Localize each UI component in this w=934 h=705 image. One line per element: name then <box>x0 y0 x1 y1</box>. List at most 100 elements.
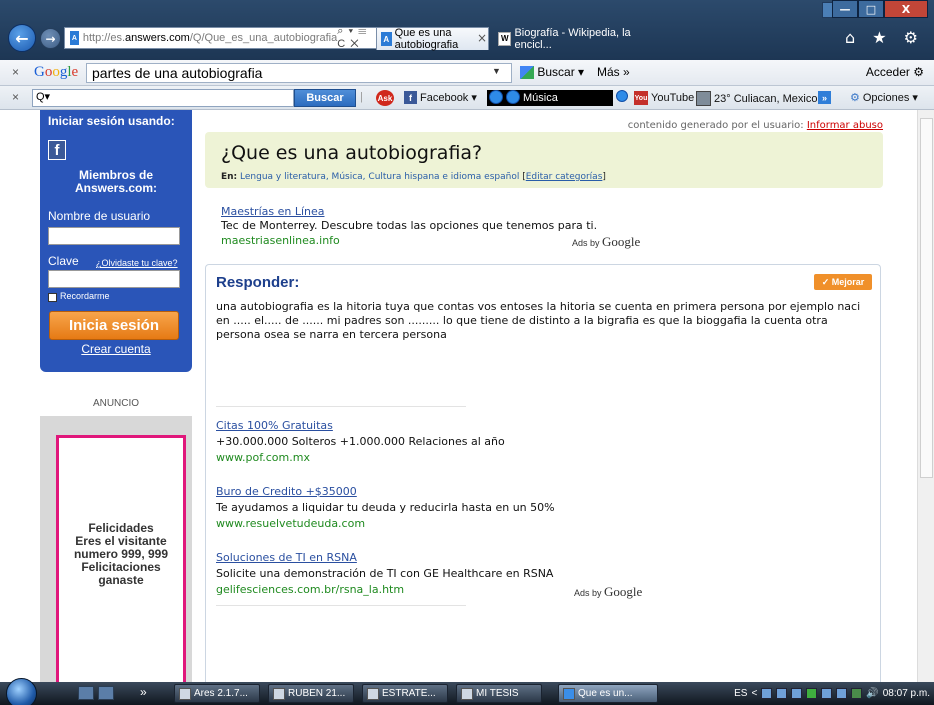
url-path: /Q/Que_es_una_autobiografia <box>189 32 338 44</box>
chevron-down-icon[interactable]: ▼ <box>492 66 501 76</box>
new-tab-button[interactable] <box>666 27 672 50</box>
ads-by-google[interactable]: Ads by Google <box>574 584 642 600</box>
tray-icon[interactable] <box>806 688 818 699</box>
tray-icon[interactable] <box>776 688 788 699</box>
ares-icon <box>179 687 191 700</box>
login-button[interactable]: Inicia sesión <box>49 311 179 340</box>
taskbar-item-ruben[interactable]: RUBEN 21... <box>268 684 354 703</box>
network-icon[interactable] <box>851 688 863 699</box>
ads-by-google[interactable]: Ads by Google <box>572 234 640 250</box>
ad-url[interactable]: www.resuelvetudeuda.com <box>216 517 365 530</box>
tab-label: Biografía - Wikipedia, la encicl... <box>514 26 631 51</box>
tab-close-icon[interactable]: × <box>477 31 487 45</box>
back-button[interactable]: ← <box>8 24 36 52</box>
report-abuse-link[interactable]: Informar abuso <box>807 120 883 131</box>
ad-url[interactable]: gelifesciences.com.br/rsna_la.htm <box>216 583 404 596</box>
maximize-button[interactable]: □ <box>858 0 884 18</box>
weather-label: 23° Culiacan, Mexico ▾ <box>714 93 827 105</box>
youtube-icon: You <box>634 91 648 105</box>
clock[interactable]: 08:07 p.m. <box>883 688 930 699</box>
youtube-button[interactable]: You YouTube <box>634 91 694 105</box>
password-label: Clave <box>48 254 79 268</box>
categories-links[interactable]: Lengua y literatura, Música, Cultura his… <box>240 172 519 182</box>
ad-line: ganaste <box>98 573 144 587</box>
ad-title-link[interactable]: Soluciones de TI en RSNA <box>216 551 357 564</box>
music-controls[interactable] <box>489 90 520 104</box>
scrollbar-thumb[interactable] <box>920 118 933 478</box>
edit-categories-link[interactable]: Editar categorías <box>526 172 603 182</box>
quick-launch-more-icon[interactable]: » <box>140 685 147 699</box>
top-ad-url[interactable]: maestriasenlinea.info <box>221 234 340 247</box>
quick-launch-desktop-icon[interactable] <box>78 686 94 700</box>
vertical-scrollbar[interactable] <box>917 110 934 682</box>
ad-description: Te ayudamos a liquidar tu deuda y reduci… <box>216 501 555 514</box>
toolbar-separator: | <box>360 91 363 103</box>
ask-toolbar-close-icon[interactable]: × <box>12 90 19 104</box>
ie-icon <box>563 687 575 700</box>
ad-label: ANUNCIO <box>92 398 140 409</box>
taskbar-item-estrate[interactable]: ESTRATE... <box>362 684 448 703</box>
page-viewport: Iniciar sesión usando: f Miembros de Ans… <box>0 110 934 682</box>
options-icon: ⚙ <box>850 92 860 104</box>
tray-icon[interactable] <box>836 688 848 699</box>
password-field[interactable] <box>48 270 180 288</box>
start-button[interactable] <box>6 678 37 705</box>
ad-title-link[interactable]: Citas 100% Gratuitas <box>216 419 333 432</box>
tray-icon[interactable] <box>761 688 773 699</box>
create-account-link[interactable]: Crear cuenta <box>40 342 192 356</box>
tab-answers[interactable]: A Que es una autobiografia <box>376 27 489 51</box>
taskbar-item-label: Que es un... <box>578 688 633 699</box>
ask-logo[interactable]: Ask <box>376 90 394 106</box>
address-tools[interactable]: ⌕ ▾ ☰ C ✕ <box>337 25 373 51</box>
google-search-button[interactable]: Buscar ▾ <box>520 65 584 80</box>
facebook-button[interactable]: f Facebook ▾ <box>404 91 477 104</box>
quick-launch-window-icon[interactable] <box>98 686 114 700</box>
minimize-button[interactable]: — <box>832 0 858 18</box>
youtube-label: YouTube <box>651 92 695 104</box>
taskbar-item-label: ESTRATE... <box>382 688 436 699</box>
forgot-password-link[interactable]: ¿Olvidaste tu clave? <box>96 258 178 268</box>
username-field[interactable] <box>48 227 180 245</box>
facebook-login-button[interactable]: f <box>48 140 66 160</box>
ad-title-link[interactable]: Buro de Credito +$35000 <box>216 485 357 498</box>
taskbar-item-browser[interactable]: Que es un... <box>558 684 658 703</box>
close-button[interactable]: X <box>884 0 928 18</box>
forward-button[interactable]: → <box>40 28 61 49</box>
google-search-input[interactable]: partes de una autobiografia <box>86 63 512 83</box>
options-button[interactable]: ⚙ Opciones ▾ <box>850 91 918 104</box>
home-favorites-tools-icons[interactable]: ⌂ ★ ⚙ <box>845 28 924 47</box>
ad-description: Solicite una demonstración de TI con GE … <box>216 567 554 580</box>
go-icon <box>616 90 628 102</box>
weather-button[interactable]: 23° Culiacan, Mexico ▾ <box>696 91 826 106</box>
google-toolbar-close-icon[interactable]: × <box>12 65 19 79</box>
report-prefix: contenido generado por el usuario: <box>627 120 804 131</box>
tab-wikipedia[interactable]: W Biografía - Wikipedia, la encicl... <box>494 26 664 51</box>
tab-label: Que es una autobiografia <box>394 27 459 51</box>
improve-button[interactable]: ✓ Mejorar <box>814 274 872 290</box>
tray-expand-icon[interactable]: < <box>751 688 757 699</box>
divider <box>216 406 466 407</box>
google-ads-brand: Google <box>602 234 641 249</box>
address-bar[interactable]: A http://es. answers.com/Q/Que_es_una_aut… <box>64 25 378 51</box>
ask-search-button[interactable]: Buscar <box>294 89 356 107</box>
google-toolbar: × Google partes de una autobiografia ▼ B… <box>0 60 934 86</box>
tray-icon[interactable] <box>791 688 803 699</box>
top-ad-title-link[interactable]: Maestrías en Línea <box>221 205 325 218</box>
google-more-button[interactable]: Más » <box>597 65 630 79</box>
google-signin-button[interactable]: Acceder ⚙ <box>866 65 924 79</box>
sidebar-ad[interactable]: Felicidades Eres el visitante numero 999… <box>40 416 192 682</box>
music-go-button[interactable] <box>616 90 628 102</box>
top-ad-description: Tec de Monterrey. Descubre todas las opc… <box>221 219 598 232</box>
language-indicator[interactable]: ES <box>734 688 747 699</box>
taskbar-item-ares[interactable]: Ares 2.1.7... <box>174 684 260 703</box>
taskbar-item-mitesis[interactable]: MI TESIS <box>456 684 542 703</box>
volume-icon[interactable]: 🔊 <box>866 688 878 699</box>
ad-url[interactable]: www.pof.com.mx <box>216 451 310 464</box>
members-title: Miembros de Answers.com: <box>40 169 192 195</box>
members-title-line2: Answers.com: <box>74 181 158 195</box>
remember-checkbox[interactable] <box>48 293 57 302</box>
ask-search-input[interactable]: Q▾ <box>32 89 294 107</box>
tray-icon[interactable] <box>821 688 833 699</box>
toolbar-more-button[interactable]: » <box>818 91 831 104</box>
divider <box>216 605 466 606</box>
